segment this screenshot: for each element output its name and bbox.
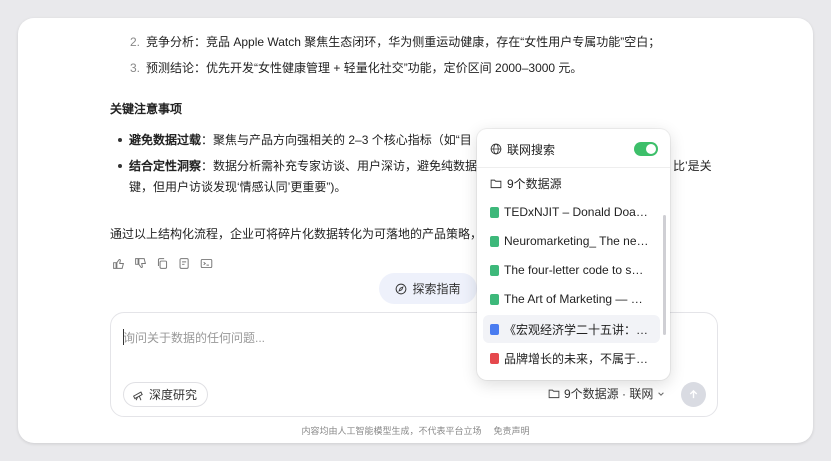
disclaimer-link[interactable]: 免责声明: [494, 426, 530, 436]
source-item[interactable]: 《宏观经济学二十五讲：…: [490, 319, 660, 339]
notes-heading: 关键注意事项: [110, 102, 183, 116]
chat-input[interactable]: 询问关于数据的任何问题...: [123, 329, 265, 346]
thumbs-down-icon[interactable]: [134, 257, 147, 270]
list-item: 结合定性洞察：数据分析需补充专家访谈、用户深访，避免纯数据: [118, 156, 477, 176]
popup-scrollbar[interactable]: [663, 215, 666, 335]
source-item[interactable]: TEDxNJIT – Donald Doa…: [490, 202, 660, 222]
globe-icon: [490, 143, 502, 155]
summary-text: 通过以上结构化流程，企业可将碎片化数据转化为可落地的产品策略，: [110, 227, 483, 241]
source-selector[interactable]: 9个数据源 · 联网: [548, 385, 665, 402]
bullet-dot: [118, 164, 122, 168]
source-item[interactable]: Neuromarketing_ The ne…: [490, 231, 660, 251]
terminal-icon[interactable]: [200, 257, 213, 270]
deep-research-button[interactable]: 深度研究: [123, 382, 209, 407]
copy-icon[interactable]: [156, 257, 169, 270]
source-popup: 联网搜索 9个数据源 TEDxNJIT – Donald Doa… Neurom…: [477, 129, 670, 380]
sources-header[interactable]: 9个数据源: [490, 173, 660, 193]
folder-icon: [548, 389, 560, 399]
source-item[interactable]: The Art of Marketing — …: [490, 289, 660, 309]
folder-icon: [490, 179, 502, 188]
explore-guide-button[interactable]: 探索指南: [379, 273, 477, 304]
compass-icon: [396, 283, 407, 294]
footer: 内容均由人工智能模型生成，不代表平台立场 免责声明: [18, 424, 813, 437]
source-item[interactable]: The four-letter code to s…: [490, 260, 660, 280]
note-icon[interactable]: [178, 257, 191, 270]
pdf-file-icon: [490, 352, 499, 364]
source-item[interactable]: 品牌增长的未来，不属于…: [490, 348, 660, 368]
list-item-continuation: 键，但用户访谈发现‘情感认同’更重要”)。: [129, 180, 347, 194]
web-file-icon: [490, 235, 499, 247]
bullet-dot: [118, 138, 122, 142]
web-search-toggle[interactable]: [634, 142, 658, 156]
web-file-icon: [490, 264, 499, 276]
toggle-knob: [646, 144, 656, 154]
list-item: 避免数据过载：聚焦与产品方向强相关的 2–3 个核心指标（如“目: [118, 130, 472, 150]
list-item: 3. 预测结论：优先开发“女性健康管理 + 轻量化社交”功能，定价区间 2000–…: [130, 61, 583, 75]
disclaimer-text: 内容均由人工智能模型生成，不代表平台立场: [301, 426, 482, 436]
app-window: 2. 竞争分析：竞品 Apple Watch 聚焦生态闭环，华为侧重运动健康，存在…: [18, 18, 813, 443]
telescope-icon: [132, 391, 143, 401]
word-file-icon: [490, 323, 499, 335]
thumbs-up-icon[interactable]: [112, 257, 125, 270]
text-caret: [123, 329, 124, 345]
chevron-down-icon: [658, 391, 665, 396]
message-actions: [112, 257, 213, 270]
send-button[interactable]: [681, 382, 706, 407]
web-file-icon: [490, 206, 499, 218]
web-file-icon: [490, 293, 499, 305]
divider: [477, 167, 670, 168]
list-item: 2. 竞争分析：竞品 Apple Watch 聚焦生态闭环，华为侧重运动健康，存在…: [130, 35, 661, 49]
arrow-up-icon: [689, 389, 698, 399]
list-item-tail: 比’是关: [673, 159, 712, 173]
